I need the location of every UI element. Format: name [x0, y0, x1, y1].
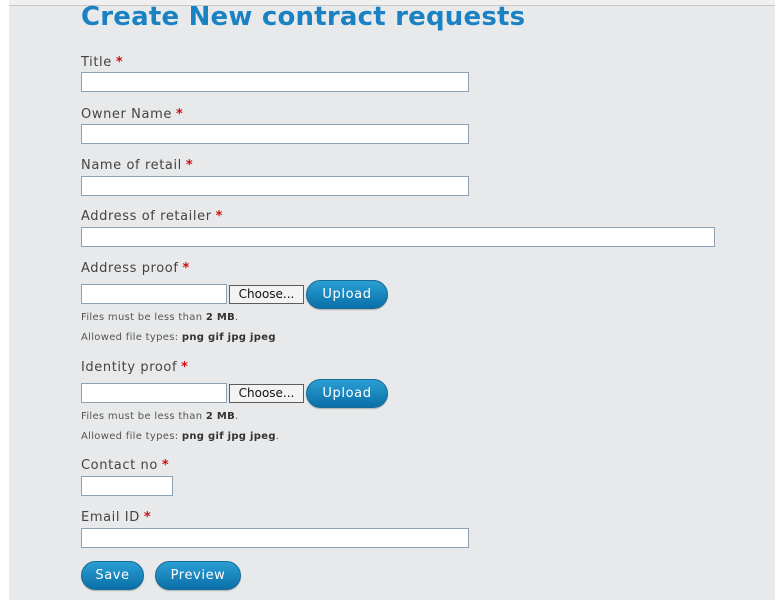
- email-id-label: Email ID *: [81, 510, 151, 526]
- owner-name-label: Owner Name *: [81, 107, 183, 123]
- address-proof-upload-button[interactable]: Upload: [306, 280, 388, 309]
- required-marker: *: [161, 458, 170, 473]
- address-proof-choose-button[interactable]: Choose...: [229, 285, 304, 304]
- contact-no-label: Contact no *: [81, 458, 169, 474]
- required-marker: *: [175, 107, 184, 122]
- identity-proof-upload-button[interactable]: Upload: [306, 379, 388, 408]
- email-id-input[interactable]: [81, 528, 469, 548]
- required-marker: *: [181, 360, 189, 375]
- types-help-value: png gif jpg jpeg: [181, 431, 276, 442]
- contact-no-input[interactable]: [81, 476, 173, 496]
- retail-name-label-text: Name of retail: [81, 158, 182, 173]
- title-input[interactable]: [81, 72, 469, 92]
- page-left-edge: [0, 0, 9, 600]
- title-label: Title *: [81, 55, 123, 71]
- owner-name-input[interactable]: [81, 124, 469, 144]
- types-help-text: Allowed file types:: [81, 431, 179, 442]
- retailer-address-label: Address of retailer *: [81, 209, 223, 225]
- retailer-address-label-text: Address of retailer: [81, 209, 212, 224]
- size-help-value: 2 MB: [205, 312, 236, 323]
- size-help-text: Files must be less than: [81, 312, 203, 323]
- retail-name-label: Name of retail *: [81, 158, 193, 174]
- identity-proof-label-text: Identity proof: [81, 360, 178, 375]
- address-proof-label-text: Address proof: [81, 261, 179, 276]
- save-button[interactable]: Save: [81, 561, 144, 590]
- title-label-text: Title: [81, 55, 112, 70]
- required-marker: *: [182, 261, 190, 276]
- size-help-value: 2 MB: [205, 411, 236, 422]
- page-title: Create New contract requests: [81, 2, 526, 32]
- types-help-text: Allowed file types:: [81, 332, 179, 343]
- email-id-label-text: Email ID: [81, 510, 140, 525]
- address-proof-label: Address proof *: [81, 261, 190, 277]
- retail-name-input[interactable]: [81, 176, 469, 196]
- identity-proof-label: Identity proof *: [81, 360, 189, 376]
- preview-button[interactable]: Preview: [155, 561, 241, 590]
- required-marker: *: [215, 209, 224, 224]
- size-help-text: Files must be less than: [81, 411, 203, 422]
- address-proof-file-field[interactable]: [81, 284, 227, 304]
- identity-proof-file-field[interactable]: [81, 383, 227, 403]
- retailer-address-input[interactable]: [81, 227, 715, 247]
- identity-proof-choose-button[interactable]: Choose...: [229, 384, 304, 403]
- address-proof-types-help: Allowed file types: png gif jpg jpeg: [81, 331, 276, 344]
- types-help-value: png gif jpg jpeg: [181, 332, 276, 343]
- required-marker: *: [185, 158, 194, 173]
- address-proof-size-help: Files must be less than 2 MB.: [81, 312, 239, 323]
- identity-proof-size-help: Files must be less than 2 MB.: [81, 411, 239, 422]
- required-marker: *: [143, 510, 152, 525]
- contact-no-label-text: Contact no: [81, 458, 158, 473]
- required-marker: *: [115, 55, 124, 70]
- identity-proof-types-help: Allowed file types: png gif jpg jpeg.: [81, 431, 280, 442]
- owner-name-label-text: Owner Name: [81, 107, 172, 122]
